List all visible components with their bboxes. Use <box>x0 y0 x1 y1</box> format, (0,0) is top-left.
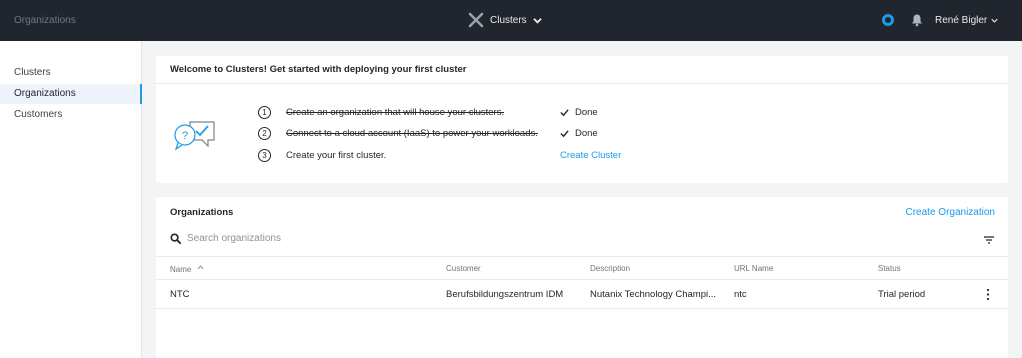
search-icon <box>170 233 181 244</box>
breadcrumb-title[interactable]: Organizations <box>14 15 76 26</box>
sidebar-item-clusters[interactable]: Clusters <box>0 63 142 83</box>
sort-up-icon <box>197 265 204 270</box>
column-label: Name <box>170 265 192 274</box>
step-3-action: Create Cluster <box>560 148 621 162</box>
step-2-status: Done <box>560 126 598 140</box>
organizations-card: Organizations Create Organization Search… <box>156 197 1008 358</box>
table-row[interactable]: NTC Berufsbildungszentrum IDM Nutanix Te… <box>156 280 1008 309</box>
cell-url-name: ntc <box>734 289 747 300</box>
kebab-menu-icon[interactable] <box>986 288 990 301</box>
column-header-description[interactable]: Description <box>590 264 630 273</box>
filter-icon[interactable] <box>984 235 994 245</box>
chevron-down-icon <box>991 18 998 23</box>
step-number: 1 <box>258 105 271 119</box>
step-status-text: Done <box>575 106 598 118</box>
step-1: 1 Create an organization that will house… <box>258 105 504 119</box>
welcome-title: Welcome to Clusters! Get started with de… <box>156 56 1008 84</box>
search-bar[interactable]: Search organizations <box>170 233 281 244</box>
x-logo-icon <box>468 12 484 28</box>
step-status-text: Done <box>575 127 598 139</box>
welcome-card: Welcome to Clusters! Get started with de… <box>156 56 1008 183</box>
chevron-down-icon <box>532 17 542 24</box>
step-2: 2 Connect to a cloud account (IaaS) to p… <box>258 126 538 140</box>
step-number: 3 <box>258 148 271 162</box>
column-header-name[interactable]: Name <box>170 264 204 274</box>
create-organization-link[interactable]: Create Organization <box>906 207 996 218</box>
bell-icon[interactable] <box>910 13 924 27</box>
chat-question-check-icon: ? <box>174 121 215 151</box>
sidebar-item-organizations[interactable]: Organizations <box>0 84 142 104</box>
step-number: 2 <box>258 126 271 140</box>
cell-description: Nutanix Technology Champi... <box>590 289 717 300</box>
svg-text:?: ? <box>182 130 188 142</box>
step-text: Connect to a cloud account (IaaS) to pow… <box>286 127 538 139</box>
create-cluster-link[interactable]: Create Cluster <box>560 150 621 161</box>
column-header-status[interactable]: Status <box>878 264 901 273</box>
step-1-status: Done <box>560 105 598 119</box>
cell-customer: Berufsbildungszentrum IDM <box>446 289 564 300</box>
cell-status: Trial period <box>878 289 926 300</box>
app-switcher[interactable]: Clusters <box>468 12 542 28</box>
sidebar-item-customers[interactable]: Customers <box>0 105 142 125</box>
app-title: Clusters <box>490 14 527 26</box>
check-icon <box>560 108 569 116</box>
column-header-customer[interactable]: Customer <box>446 264 481 273</box>
table-header: Name Customer Description URL Name Statu… <box>156 256 1008 280</box>
organizations-title: Organizations <box>170 207 234 218</box>
column-header-url-name[interactable]: URL Name <box>734 264 773 273</box>
step-text: Create your first cluster. <box>286 149 387 161</box>
step-3: 3 Create your first cluster. <box>258 148 386 162</box>
cell-name: NTC <box>170 289 190 300</box>
user-name: René Bigler <box>935 15 988 26</box>
top-bar: Organizations Clusters René Bigler <box>0 0 1022 41</box>
check-icon <box>560 129 569 137</box>
step-text: Create an organization that will house y… <box>286 106 505 118</box>
user-menu[interactable]: René Bigler <box>935 15 998 26</box>
search-input[interactable]: Search organizations <box>187 233 281 244</box>
status-ring-icon[interactable] <box>882 14 894 26</box>
sidebar: Clusters Organizations Customers <box>0 41 142 358</box>
